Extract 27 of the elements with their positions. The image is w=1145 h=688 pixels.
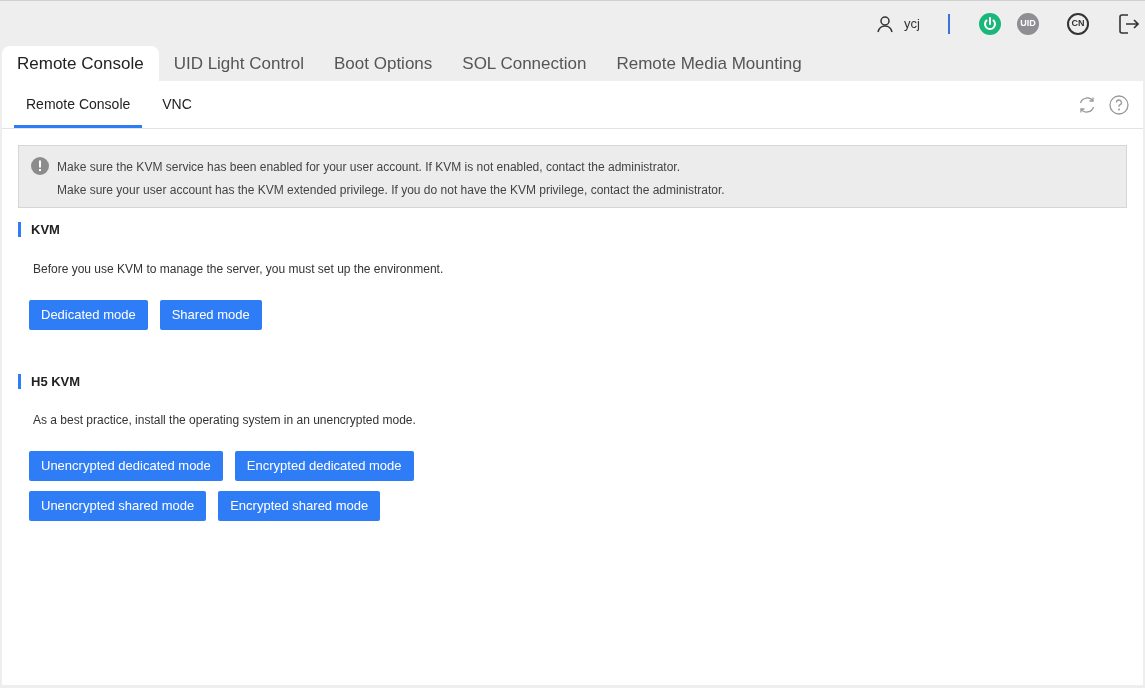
section-description: As a best practice, install the operating system in an unencrypted mode. [33,412,417,429]
mode-button[interactable]: Unencrypted dedicated mode [29,451,223,481]
power-icon[interactable] [978,11,1002,36]
logout-icon[interactable] [1117,11,1139,36]
tab[interactable]: UID Light Control [158,46,319,81]
mode-button[interactable]: Dedicated mode [29,299,148,330]
warning-icon [31,157,49,175]
section-title: H5 KVM [31,372,81,391]
sub-tab[interactable]: VNC [142,81,212,128]
mode-button[interactable]: Encrypted dedicated mode [234,451,414,481]
tab[interactable]: Boot Options [319,46,448,81]
user-icon[interactable] [876,14,895,33]
section-description: Before you use KVM to manage the server, you must set up the environment. [33,260,445,278]
mode-button[interactable]: Encrypted shared mode [218,491,381,521]
section-title: KVM [31,221,60,239]
tab[interactable]: Remote Media Mounting [601,46,817,81]
notice-text: Make sure the KVM service has been enabled for your user account. If KVM is not enabled, contact the administrator. [57,159,681,176]
mode-button[interactable]: Shared mode [159,299,262,330]
tab[interactable]: SOL Connection [447,46,602,81]
language-button[interactable]: CN [1067,12,1089,35]
sub-tab[interactable]: Remote Console [14,81,143,128]
mode-button[interactable]: Unencrypted shared mode [29,491,207,521]
help-icon[interactable] [1109,94,1129,115]
notice-text: Make sure your user account has the KVM extended privilege. If you do not have the KVM privilege, contact the administrator. [57,182,725,199]
refresh-icon[interactable] [1077,94,1097,115]
username: ycj [904,14,920,33]
tab[interactable]: Remote Console [2,46,159,81]
